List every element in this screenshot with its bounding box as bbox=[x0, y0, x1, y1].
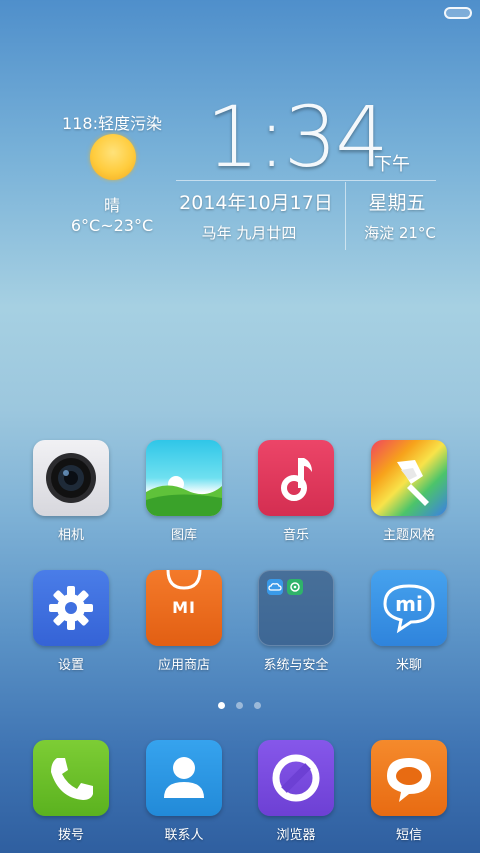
weather-condition: 晴 bbox=[103, 196, 120, 215]
camera-icon bbox=[33, 440, 109, 516]
app-settings[interactable]: 设置 bbox=[21, 570, 121, 682]
app-label: 系统与安全 bbox=[263, 658, 329, 673]
gear-icon bbox=[33, 570, 109, 646]
app-label: 米聊 bbox=[395, 658, 422, 673]
app-label: 浏览器 bbox=[276, 828, 316, 843]
clock-divider-horizontal bbox=[176, 180, 436, 181]
battery-pill-icon bbox=[444, 7, 472, 19]
city-temperature: 海淀 21°C bbox=[364, 224, 436, 242]
gallery-icon bbox=[146, 440, 222, 516]
page-dot-3[interactable] bbox=[254, 702, 261, 709]
mitalk-badge-text: mi bbox=[395, 592, 423, 616]
page-dot-1[interactable] bbox=[218, 702, 225, 709]
clock-weekday: 星期五 bbox=[368, 192, 426, 214]
page-indicator[interactable] bbox=[212, 702, 268, 712]
clock-date: 2014年10月17日 bbox=[179, 192, 333, 214]
app-label: 相机 bbox=[57, 528, 84, 543]
dock-browser[interactable]: 浏览器 bbox=[246, 740, 346, 852]
security-app-icon bbox=[287, 579, 303, 595]
mitalk-icon: mi bbox=[371, 570, 447, 646]
app-label: 短信 bbox=[395, 828, 422, 843]
app-label: 主题风格 bbox=[382, 528, 435, 543]
mi-store-icon: MI bbox=[146, 570, 222, 646]
clock-lunar-date: 马年 九月廿四 bbox=[201, 224, 297, 242]
sms-icon bbox=[371, 740, 447, 816]
app-music[interactable]: 音乐 bbox=[246, 440, 346, 552]
app-mitalk[interactable]: mi 米聊 bbox=[359, 570, 459, 682]
mi-badge-text: MI bbox=[172, 598, 196, 617]
app-theme[interactable]: 主题风格 bbox=[359, 440, 459, 552]
app-label: 应用商店 bbox=[157, 658, 210, 673]
clock-time[interactable]: 1:34 bbox=[206, 88, 389, 186]
air-quality-text: 118:轻度污染 bbox=[62, 114, 162, 133]
theme-brush-icon bbox=[371, 440, 447, 516]
phone-icon bbox=[33, 740, 109, 816]
dock-sms[interactable]: 短信 bbox=[359, 740, 459, 852]
cloud-app-icon bbox=[267, 579, 283, 595]
contacts-icon bbox=[146, 740, 222, 816]
browser-icon bbox=[258, 740, 334, 816]
sun-icon bbox=[90, 134, 136, 180]
clock-divider-vertical bbox=[345, 182, 346, 250]
app-label: 图库 bbox=[170, 528, 197, 543]
app-label: 拨号 bbox=[57, 828, 84, 843]
weather-temp-range: 6°C~23°C bbox=[70, 216, 154, 235]
page-dot-2[interactable] bbox=[236, 702, 243, 709]
music-icon bbox=[258, 440, 334, 516]
folder-system-security[interactable]: 系统与安全 bbox=[246, 570, 346, 682]
folder-icon bbox=[258, 570, 334, 646]
app-gallery[interactable]: 图库 bbox=[134, 440, 234, 552]
dock-dialer[interactable]: 拨号 bbox=[21, 740, 121, 852]
app-label: 设置 bbox=[57, 658, 84, 673]
app-store[interactable]: MI 应用商店 bbox=[134, 570, 234, 682]
app-label: 联系人 bbox=[164, 828, 204, 843]
app-label: 音乐 bbox=[282, 528, 309, 543]
clock-ampm: 下午 bbox=[374, 154, 410, 175]
app-camera[interactable]: 相机 bbox=[21, 440, 121, 552]
dock-contacts[interactable]: 联系人 bbox=[134, 740, 234, 852]
